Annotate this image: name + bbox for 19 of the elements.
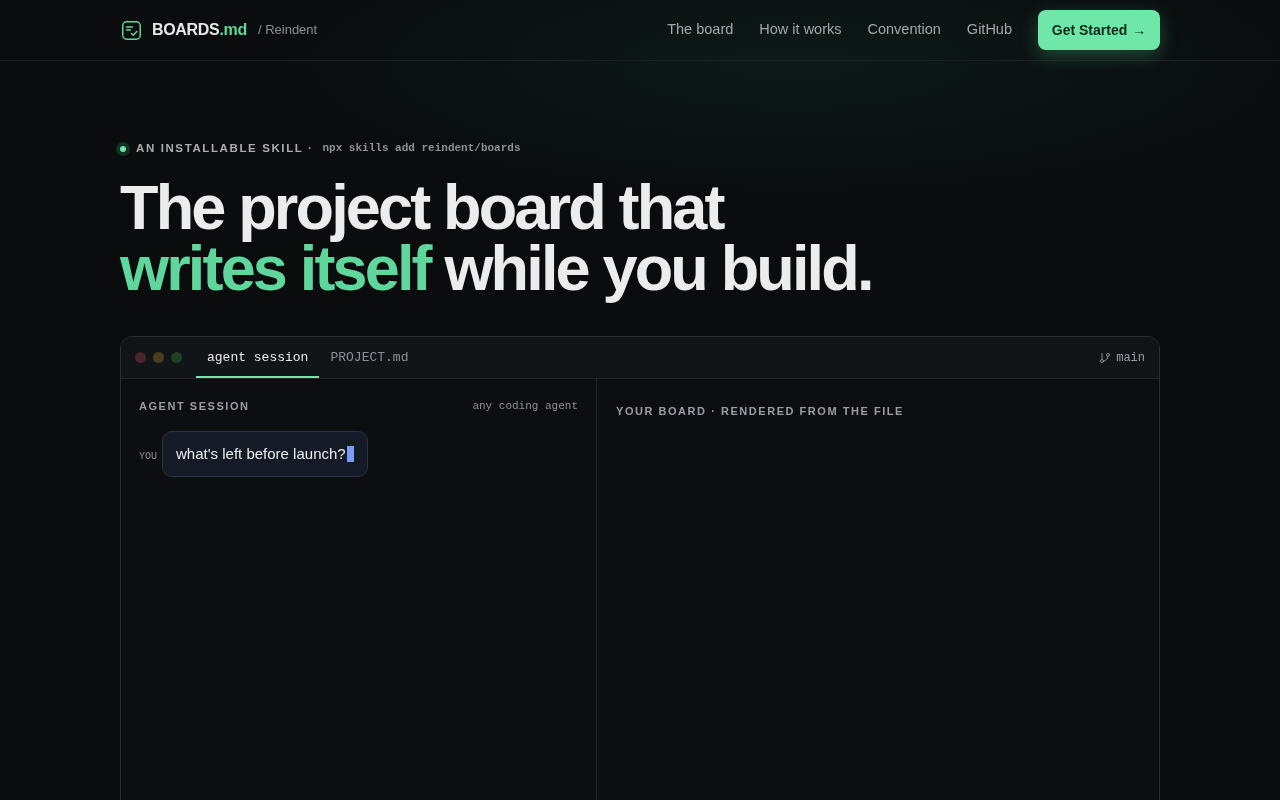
nav-link[interactable]: The board [667, 19, 734, 41]
get-started-button[interactable]: Get Started → [1038, 10, 1160, 50]
nav-link[interactable]: How it works [759, 19, 842, 41]
window-tab[interactable]: PROJECT.md [319, 337, 420, 379]
organization-name: / Reindent [257, 21, 318, 40]
speaker-label: YOU [139, 450, 157, 465]
nav-link[interactable]: Convention [867, 19, 941, 41]
branch-icon [1099, 351, 1112, 364]
panel-note: any coding agent [472, 399, 578, 415]
panel-title: YOUR BOARD · RENDERED FROM THE FILE [616, 405, 904, 418]
window-tab[interactable]: agent session [196, 337, 320, 379]
message-text: what's left before launch? [176, 443, 346, 464]
badge-label: AN INSTALLABLE SKILL · [136, 141, 314, 156]
checklist-logo-icon [122, 20, 141, 40]
install-command: npx skills add reindent/boards [322, 141, 521, 157]
panel-title: AGENT SESSION [139, 399, 250, 415]
branch-name: main [1116, 349, 1145, 367]
brand-name[interactable]: BOARDS.md [152, 18, 247, 42]
nav-link[interactable]: GitHub [966, 19, 1012, 41]
